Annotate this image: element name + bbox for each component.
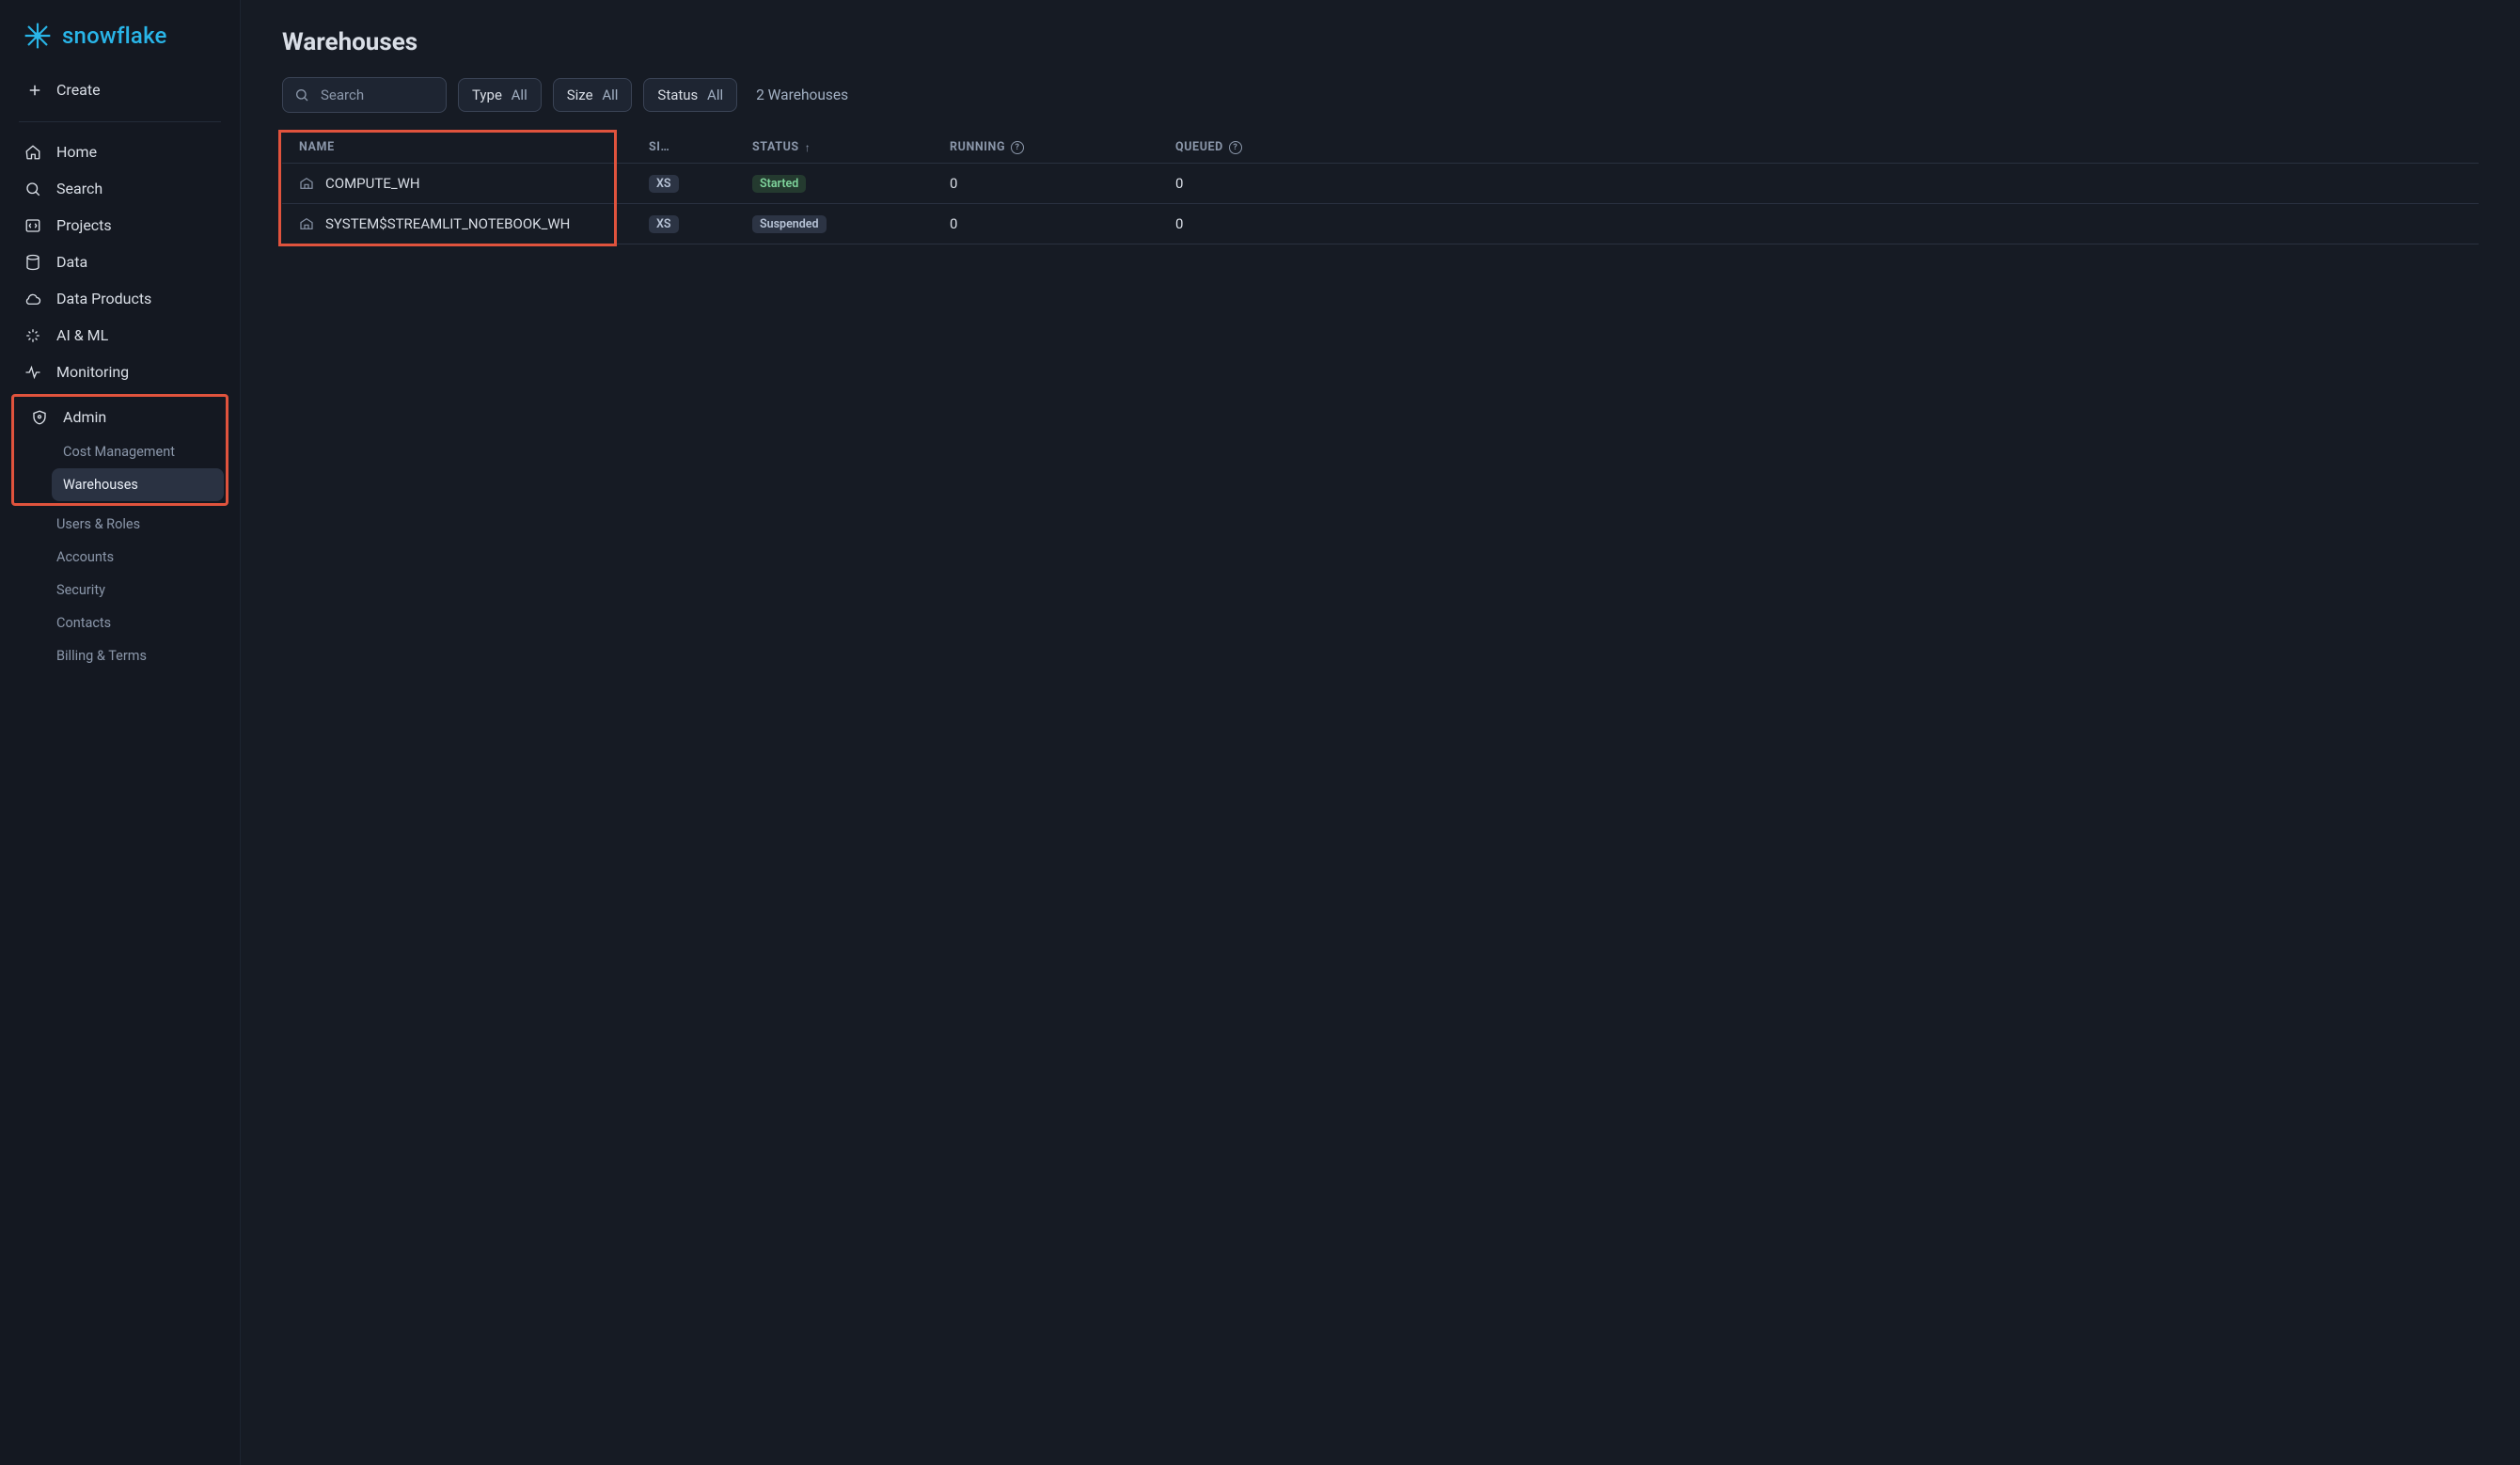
search-icon: [23, 181, 43, 197]
search-box[interactable]: [282, 77, 447, 113]
filter-value: All: [512, 87, 528, 103]
col-queued[interactable]: QUEUED ?: [1175, 140, 1382, 154]
nav-home[interactable]: Home: [9, 134, 230, 170]
result-count: 2 Warehouses: [756, 87, 848, 103]
shield-icon: [29, 409, 50, 426]
col-name[interactable]: NAME: [282, 140, 649, 154]
col-status[interactable]: STATUS ↑: [752, 140, 950, 154]
status-badge: Started: [752, 175, 806, 193]
cell-size: XS: [649, 214, 752, 233]
subnav-accounts[interactable]: Accounts: [45, 541, 230, 574]
table-header: NAME SI… STATUS ↑ RUNNING ? QUEUED ?: [282, 132, 2479, 164]
col-running[interactable]: RUNNING ?: [950, 140, 1175, 154]
main-content: Warehouses Type All Size All Status All …: [241, 0, 2520, 1465]
cell-running: 0: [950, 175, 1175, 192]
brand-logo[interactable]: snowflake: [6, 0, 234, 70]
sidebar: snowflake Create Home Search Projects: [0, 0, 241, 1465]
nav-search[interactable]: Search: [9, 170, 230, 207]
filter-label: Size: [567, 87, 593, 103]
warehouse-icon: [299, 216, 314, 231]
snowflake-icon: [23, 21, 53, 51]
warehouse-name: SYSTEM$STREAMLIT_NOTEBOOK_WH: [325, 215, 570, 232]
table-row[interactable]: COMPUTE_WH XS Started 00: [282, 164, 2479, 204]
toolbar: Type All Size All Status All 2 Warehouse…: [282, 77, 2479, 113]
home-icon: [23, 144, 43, 161]
status-badge: Suspended: [752, 215, 827, 233]
sparkle-icon: [23, 327, 43, 344]
database-icon: [23, 254, 43, 271]
cell-queued: 0: [1175, 215, 1382, 232]
subnav-warehouses[interactable]: Warehouses: [52, 468, 224, 501]
warehouse-icon: [299, 176, 314, 191]
plus-icon: [26, 82, 43, 99]
subnav-users-roles[interactable]: Users & Roles: [45, 508, 230, 541]
cell-status: Started: [752, 174, 950, 193]
nav-label: Data: [56, 253, 87, 271]
filter-status[interactable]: Status All: [643, 78, 737, 112]
create-label: Create: [56, 81, 101, 99]
cell-name: SYSTEM$STREAMLIT_NOTEBOOK_WH: [282, 215, 649, 232]
cell-running: 0: [950, 215, 1175, 232]
help-icon[interactable]: ?: [1011, 141, 1024, 154]
filter-value: All: [707, 87, 723, 103]
create-button[interactable]: Create: [15, 71, 225, 108]
subnav-billing[interactable]: Billing & Terms: [45, 639, 230, 672]
warehouse-name: COMPUTE_WH: [325, 175, 420, 192]
nav-label: Monitoring: [56, 363, 129, 381]
filter-label: Type: [472, 87, 502, 103]
filter-label: Status: [657, 87, 698, 103]
admin-subnav-continued: Users & Roles Accounts Security Contacts…: [9, 508, 230, 672]
projects-icon: [23, 217, 43, 234]
size-badge: XS: [649, 175, 679, 193]
size-badge: XS: [649, 215, 679, 233]
cell-name: COMPUTE_WH: [282, 175, 649, 192]
table-row[interactable]: SYSTEM$STREAMLIT_NOTEBOOK_WH XS Suspended 0…: [282, 204, 2479, 244]
activity-icon: [23, 364, 43, 381]
nav-label: Admin: [63, 408, 106, 426]
subnav-cost-management[interactable]: Cost Management: [52, 435, 224, 468]
nav-projects[interactable]: Projects: [9, 207, 230, 244]
brand-name: snowflake: [62, 23, 167, 49]
cell-status: Suspended: [752, 214, 950, 233]
subnav-contacts[interactable]: Contacts: [45, 606, 230, 639]
col-size[interactable]: SI…: [649, 140, 752, 154]
sort-asc-icon: ↑: [805, 141, 811, 154]
search-input[interactable]: [319, 86, 434, 104]
filter-type[interactable]: Type All: [458, 78, 542, 112]
warehouses-table: NAME SI… STATUS ↑ RUNNING ? QUEUED ? COM…: [282, 132, 2479, 244]
nav-label: Search: [56, 180, 102, 197]
nav-admin[interactable]: Admin: [16, 399, 224, 435]
cloud-icon: [23, 291, 43, 307]
nav-label: Data Products: [56, 290, 151, 307]
nav-monitoring[interactable]: Monitoring: [9, 354, 230, 390]
nav-data[interactable]: Data: [9, 244, 230, 280]
filter-size[interactable]: Size All: [553, 78, 633, 112]
help-icon[interactable]: ?: [1229, 141, 1242, 154]
nav-label: Home: [56, 143, 97, 161]
nav-data-products[interactable]: Data Products: [9, 280, 230, 317]
filter-value: All: [602, 87, 618, 103]
cell-queued: 0: [1175, 175, 1382, 192]
nav-label: Projects: [56, 216, 112, 234]
subnav-security[interactable]: Security: [45, 574, 230, 606]
primary-nav: Home Search Projects Data Data Products …: [6, 130, 234, 682]
nav-ai-ml[interactable]: AI & ML: [9, 317, 230, 354]
page-title: Warehouses: [282, 28, 2479, 56]
divider: [19, 121, 221, 122]
search-icon: [294, 87, 309, 102]
nav-label: AI & ML: [56, 326, 108, 344]
admin-subnav: Cost Management Warehouses: [16, 435, 224, 501]
cell-size: XS: [649, 174, 752, 193]
annotation-admin-highlight: Admin Cost Management Warehouses: [11, 394, 228, 506]
